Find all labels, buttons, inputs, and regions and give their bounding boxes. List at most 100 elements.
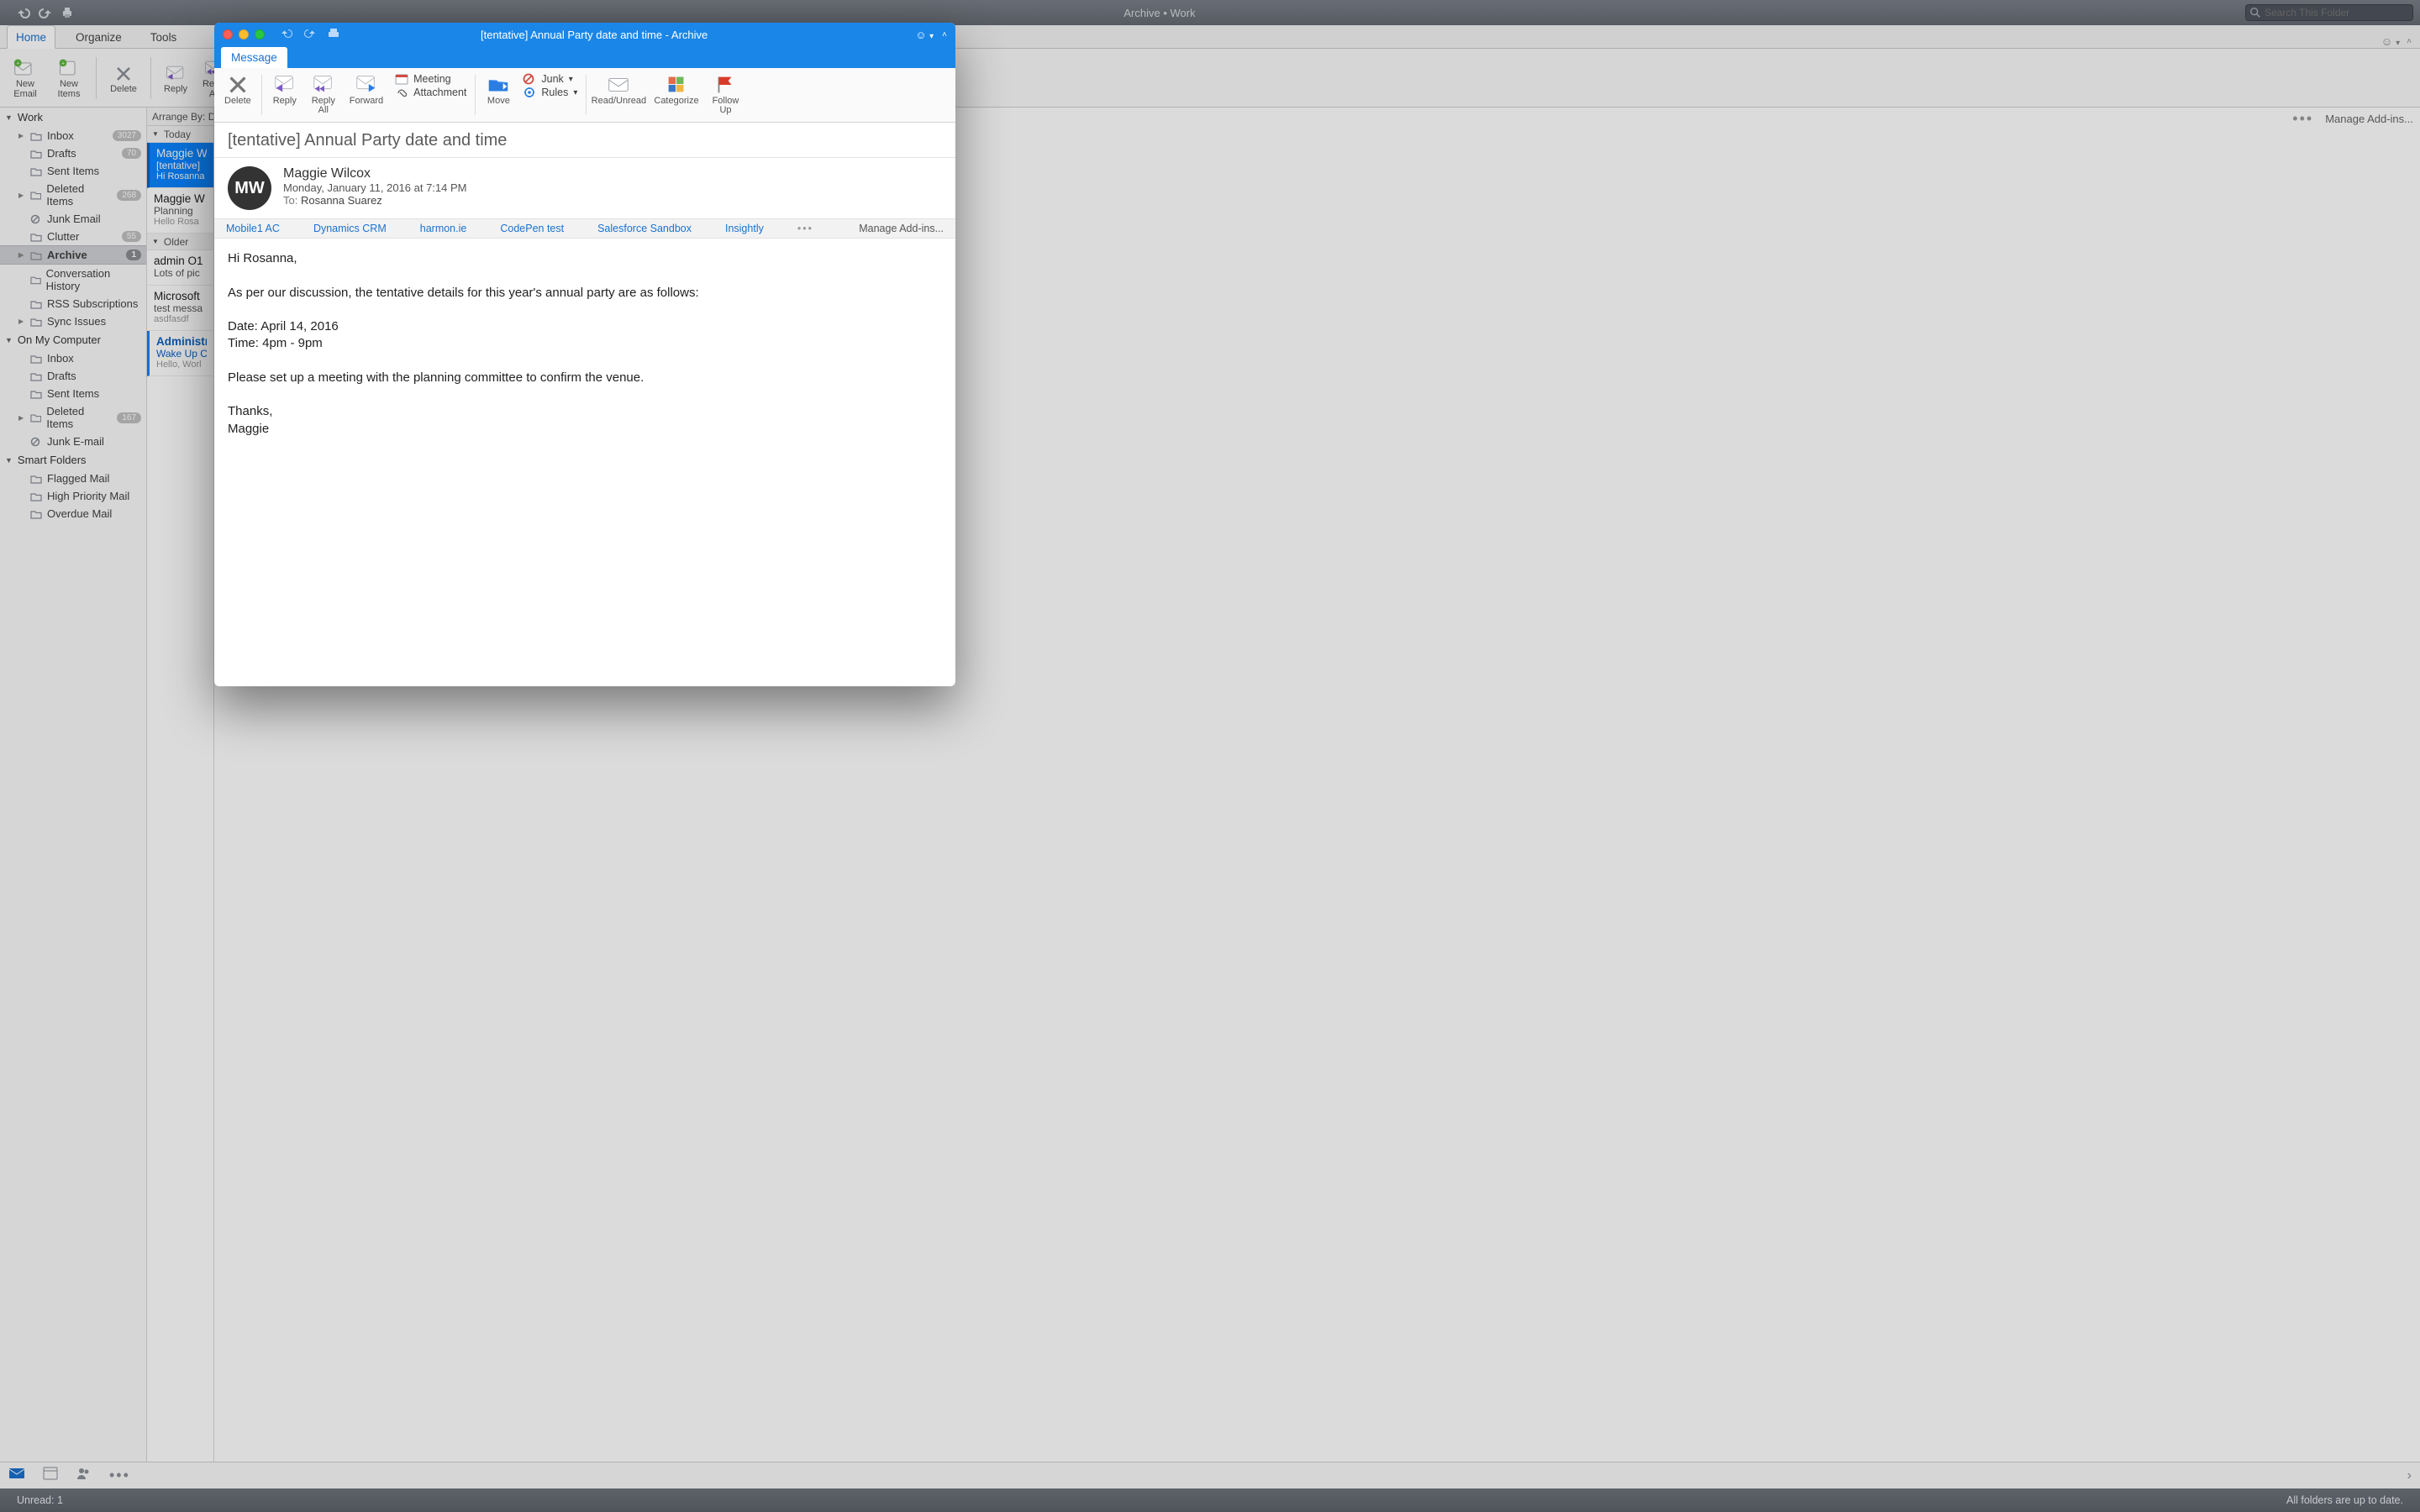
move-button[interactable]: Move bbox=[479, 71, 518, 120]
close-window-icon[interactable] bbox=[223, 29, 233, 39]
folder-icon bbox=[30, 371, 42, 381]
sidebar-item[interactable]: Inbox bbox=[0, 349, 146, 367]
calendar-view-icon[interactable] bbox=[42, 1466, 59, 1485]
smiley-icon[interactable]: ☺ ▾ bbox=[915, 29, 934, 41]
message-list-item[interactable]: Microsofttest messaasdfasdf bbox=[147, 286, 213, 331]
people-view-icon[interactable] bbox=[76, 1466, 92, 1485]
message-header: [tentative] Annual Party date and time bbox=[214, 123, 955, 158]
count-badge: 167 bbox=[117, 412, 141, 423]
expand-triangle-icon: ▶ bbox=[18, 192, 25, 199]
sidebar-item-label: Deleted Items bbox=[46, 405, 112, 430]
more-views-icon[interactable]: ••• bbox=[109, 1467, 130, 1484]
collapse-ribbon-icon[interactable]: ˄ bbox=[2407, 37, 2412, 46]
sidebar-item[interactable]: Drafts70 bbox=[0, 144, 146, 162]
message-list-item[interactable]: AdministrWake Up CHello, Worl bbox=[147, 331, 213, 376]
more-addins-icon[interactable]: ••• bbox=[797, 223, 813, 234]
sidebar-item[interactable]: ▶Inbox3027 bbox=[0, 127, 146, 144]
mail-view-icon[interactable] bbox=[8, 1466, 25, 1485]
sidebar-item[interactable]: Sent Items bbox=[0, 385, 146, 402]
forward-button[interactable]: Forward bbox=[343, 71, 390, 120]
collapse-ribbon-icon[interactable]: ˄ bbox=[942, 30, 947, 39]
manage-addins-link-main[interactable]: Manage Add-ins... bbox=[2325, 113, 2413, 125]
reply-all-button[interactable]: Reply All bbox=[304, 71, 343, 120]
date-group-header[interactable]: ▼Today bbox=[147, 126, 213, 143]
delete-label-main: Delete bbox=[110, 84, 137, 94]
zoom-window-icon[interactable] bbox=[255, 29, 265, 39]
junk-icon bbox=[30, 437, 42, 447]
redo-icon[interactable] bbox=[303, 28, 317, 42]
date-group-header[interactable]: ▼Older bbox=[147, 234, 213, 250]
sidebar-item[interactable]: ▶Sync Issues bbox=[0, 312, 146, 330]
sidebar-item[interactable]: ▶Deleted Items167 bbox=[0, 402, 146, 433]
new-items-button[interactable]: + New Items bbox=[49, 53, 89, 103]
minimize-window-icon[interactable] bbox=[239, 29, 249, 39]
categorize-label: Categorize bbox=[654, 97, 698, 106]
count-badge: 70 bbox=[122, 148, 141, 159]
folder-icon bbox=[30, 250, 42, 260]
sidebar-group[interactable]: ▼Work bbox=[0, 108, 146, 127]
print-icon[interactable] bbox=[327, 28, 340, 42]
tab-message[interactable]: Message bbox=[221, 47, 287, 68]
sidebar-item[interactable]: Clutter55 bbox=[0, 228, 146, 245]
msg-subject: [tentative] bbox=[156, 160, 207, 171]
tab-organize[interactable]: Organize bbox=[67, 26, 130, 48]
expand-pane-icon[interactable]: › bbox=[2407, 1468, 2412, 1483]
categorize-button[interactable]: Categorize bbox=[647, 71, 705, 120]
sidebar-item-label: Conversation History bbox=[46, 267, 141, 292]
more-icon[interactable]: ••• bbox=[2292, 110, 2313, 128]
folder-icon bbox=[30, 190, 42, 200]
message-list-item[interactable]: Maggie WPlanningHello Rosa bbox=[147, 188, 213, 234]
search-input[interactable] bbox=[2245, 4, 2413, 21]
follow-up-button[interactable]: Follow Up bbox=[706, 71, 746, 120]
smiley-icon[interactable]: ☺ ▾ bbox=[2381, 35, 2401, 48]
reply-button[interactable]: Reply bbox=[266, 71, 304, 120]
attachment-button[interactable]: Attachment bbox=[395, 87, 466, 98]
sidebar-item[interactable]: ▶Archive1 bbox=[0, 245, 146, 265]
junk-button[interactable]: Junk ▾ bbox=[523, 73, 577, 85]
main-window-title: Archive • Work bbox=[74, 7, 2245, 19]
junk-label: Junk bbox=[541, 73, 563, 85]
sidebar-item[interactable]: Overdue Mail bbox=[0, 505, 146, 522]
delete-button[interactable]: Delete bbox=[218, 71, 258, 120]
sidebar-group-label: Work bbox=[18, 111, 43, 123]
sidebar-item[interactable]: RSS Subscriptions bbox=[0, 295, 146, 312]
rules-button[interactable]: Rules ▾ bbox=[523, 87, 577, 98]
sidebar-group[interactable]: ▼Smart Folders bbox=[0, 450, 146, 470]
arrange-by-header[interactable]: Arrange By: D bbox=[147, 108, 213, 126]
undo-icon[interactable] bbox=[17, 6, 30, 19]
sidebar-item[interactable]: Flagged Mail bbox=[0, 470, 146, 487]
sidebar-item[interactable]: Drafts bbox=[0, 367, 146, 385]
print-icon[interactable] bbox=[60, 6, 74, 19]
reply-button-main[interactable]: Reply bbox=[158, 53, 193, 103]
tab-home[interactable]: Home bbox=[7, 25, 55, 49]
sidebar-item[interactable]: Sent Items bbox=[0, 162, 146, 180]
addin-link[interactable]: Salesforce Sandbox bbox=[597, 223, 692, 234]
sidebar-group[interactable]: ▼On My Computer bbox=[0, 330, 146, 349]
folder-icon bbox=[30, 474, 42, 484]
sidebar-item[interactable]: Junk Email bbox=[0, 210, 146, 228]
tab-tools[interactable]: Tools bbox=[142, 26, 186, 48]
to-recipient: Rosanna Suarez bbox=[301, 194, 382, 207]
sidebar-item[interactable]: High Priority Mail bbox=[0, 487, 146, 505]
new-email-label: New Email bbox=[13, 79, 37, 99]
chevron-down-icon: ▾ bbox=[569, 75, 573, 84]
addin-link[interactable]: harmon.ie bbox=[420, 223, 467, 234]
addin-link[interactable]: CodePen test bbox=[500, 223, 564, 234]
sidebar-item[interactable]: Junk E-mail bbox=[0, 433, 146, 450]
addin-link[interactable]: Dynamics CRM bbox=[313, 223, 387, 234]
sidebar-item[interactable]: ▶Deleted Items268 bbox=[0, 180, 146, 210]
sidebar-item-label: Junk E-mail bbox=[47, 435, 104, 448]
meeting-button[interactable]: Meeting bbox=[395, 73, 466, 85]
addin-link[interactable]: Insightly bbox=[725, 223, 764, 234]
new-email-button[interactable]: + New Email bbox=[5, 53, 45, 103]
redo-icon[interactable] bbox=[39, 6, 52, 19]
status-bar: Unread: 1 All folders are up to date. bbox=[0, 1488, 2420, 1512]
addin-link[interactable]: Mobile1 AC bbox=[226, 223, 280, 234]
undo-icon[interactable] bbox=[280, 28, 293, 42]
delete-button-main[interactable]: Delete bbox=[103, 53, 144, 103]
message-list-item[interactable]: Maggie W[tentative]Hi Rosanna bbox=[147, 143, 213, 188]
sidebar-item[interactable]: Conversation History bbox=[0, 265, 146, 295]
manage-addins-link[interactable]: Manage Add-ins... bbox=[859, 223, 944, 234]
message-list-item[interactable]: admin O1Lots of pic bbox=[147, 250, 213, 286]
read-unread-button[interactable]: Read/Unread bbox=[590, 71, 647, 120]
